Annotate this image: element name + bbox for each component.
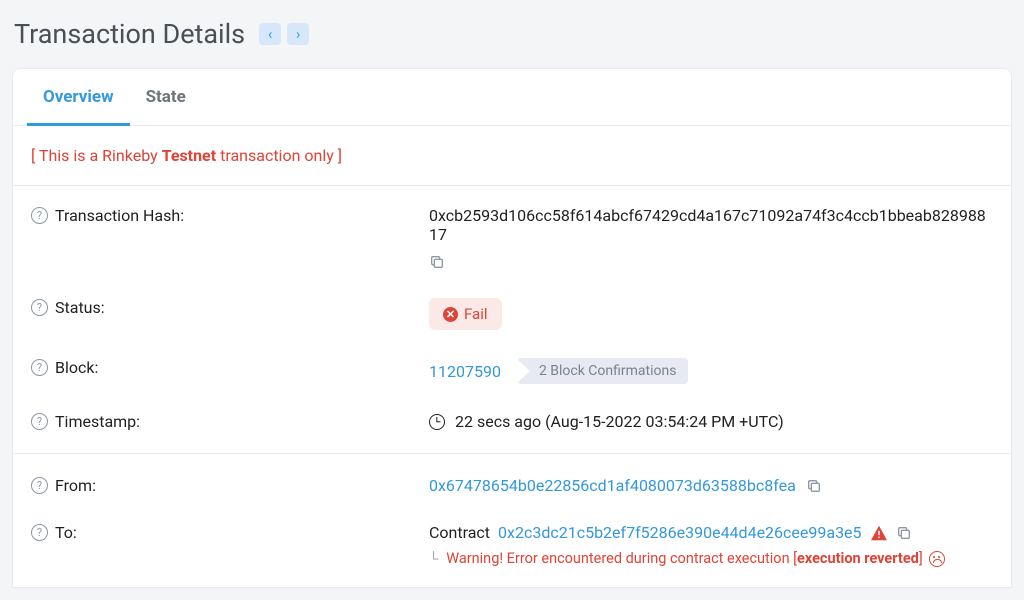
help-icon[interactable]: ? [31, 359, 48, 376]
copy-to-icon[interactable] [896, 525, 912, 541]
notice-bold: Testnet [162, 146, 217, 165]
timestamp-text: 22 secs ago (Aug-15-2022 03:54:24 PM +UT… [455, 412, 784, 431]
label-from-text: From: [55, 476, 96, 495]
fail-icon: ✕ [443, 307, 458, 322]
label-status-text: Status: [55, 298, 105, 317]
row-to: ? To: Contract 0x2c3dc21c5b2ef7f5286e390… [13, 509, 1011, 581]
value-from: 0x67478654b0e22856cd1af4080073d63588bc8f… [429, 476, 993, 495]
value-txhash: 0xcb2593d106cc58f614abcf67429cd4a167c710… [429, 206, 993, 270]
label-txhash: ? Transaction Hash: [31, 206, 421, 225]
testnet-notice-row: [ This is a Rinkeby Testnet transaction … [13, 126, 1011, 186]
help-icon[interactable]: ? [31, 207, 48, 224]
tab-state[interactable]: State [130, 69, 202, 126]
clock-icon [429, 414, 445, 430]
value-timestamp: 22 secs ago (Aug-15-2022 03:54:24 PM +UT… [429, 412, 993, 431]
row-status: ? Status: ✕ Fail [13, 284, 1011, 344]
prev-tx-button[interactable]: ‹ [259, 23, 281, 45]
row-timestamp: ? Timestamp: 22 secs ago (Aug-15-2022 03… [13, 398, 1011, 454]
page-header: Transaction Details ‹ › [0, 0, 1024, 68]
label-to: ? To: [31, 523, 421, 542]
details-list: ? Transaction Hash: 0xcb2593d106cc58f614… [13, 186, 1011, 587]
execution-warning: └ Warning! Error encountered during cont… [429, 550, 993, 567]
value-to: Contract 0x2c3dc21c5b2ef7f5286e390e44d4e… [429, 523, 993, 567]
warning-suffix: ] [919, 550, 923, 567]
txhash-text: 0xcb2593d106cc58f614abcf67429cd4a167c710… [429, 206, 993, 244]
label-timestamp-text: Timestamp: [55, 412, 140, 431]
tree-branch-icon: └ [429, 551, 438, 567]
page-title: Transaction Details [14, 18, 245, 50]
testnet-notice: [ This is a Rinkeby Testnet transaction … [31, 146, 342, 165]
label-to-text: To: [55, 523, 77, 542]
tabs: Overview State [13, 69, 1011, 126]
to-line: Contract 0x2c3dc21c5b2ef7f5286e390e44d4e… [429, 523, 993, 542]
warning-icon [870, 525, 888, 541]
help-icon[interactable]: ? [31, 477, 48, 494]
warning-prefix: Warning! Error encountered during contra… [446, 550, 797, 567]
notice-prefix: [ This is a Rinkeby [31, 146, 162, 165]
block-link[interactable]: 11207590 [429, 362, 501, 381]
to-address-link[interactable]: 0x2c3dc21c5b2ef7f5286e390e44d4e26cee99a3… [498, 523, 862, 542]
warning-bold: execution reverted [797, 550, 919, 567]
help-icon[interactable]: ? [31, 299, 48, 316]
label-txhash-text: Transaction Hash: [55, 206, 184, 225]
row-from: ? From: 0x67478654b0e22856cd1af4080073d6… [13, 462, 1011, 509]
notice-suffix: transaction only ] [216, 146, 342, 165]
copy-txhash-icon[interactable] [429, 254, 445, 270]
value-block: 11207590 2 Block Confirmations [429, 358, 993, 384]
help-icon[interactable]: ? [31, 413, 48, 430]
from-address-link[interactable]: 0x67478654b0e22856cd1af4080073d63588bc8f… [429, 476, 796, 495]
tab-overview[interactable]: Overview [27, 69, 130, 126]
next-tx-button[interactable]: › [287, 23, 309, 45]
label-timestamp: ? Timestamp: [31, 412, 421, 431]
row-txhash: ? Transaction Hash: 0xcb2593d106cc58f614… [13, 192, 1011, 284]
help-icon[interactable]: ? [31, 524, 48, 541]
sad-face-icon [929, 551, 945, 567]
nav-arrows: ‹ › [259, 23, 309, 45]
confirmations-badge: 2 Block Confirmations [517, 358, 689, 384]
copy-from-icon[interactable] [806, 478, 822, 494]
label-status: ? Status: [31, 298, 421, 317]
label-from: ? From: [31, 476, 421, 495]
label-block-text: Block: [55, 358, 98, 377]
value-status: ✕ Fail [429, 298, 993, 330]
row-block: ? Block: 11207590 2 Block Confirmations [13, 344, 1011, 398]
status-badge: ✕ Fail [429, 298, 502, 330]
label-block: ? Block: [31, 358, 421, 377]
details-card: Overview State [ This is a Rinkeby Testn… [12, 68, 1012, 588]
to-prefix: Contract [429, 523, 490, 542]
status-text: Fail [464, 305, 488, 323]
